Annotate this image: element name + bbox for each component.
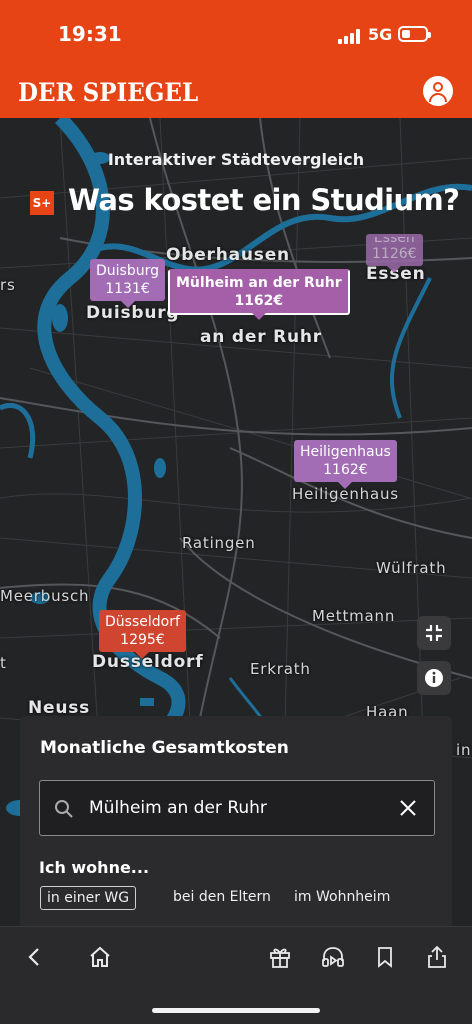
marker-duesseldorf[interactable]: Düsseldorf 1295€: [99, 610, 186, 659]
place-label-muelheim: an der Ruhr: [200, 327, 322, 347]
share-icon[interactable]: [424, 944, 450, 970]
search-value: Mülheim an der Ruhr: [89, 798, 267, 818]
marker-heiligenhaus[interactable]: Heiligenhaus 1162€: [294, 440, 397, 489]
marker-cost: 1131€: [105, 281, 150, 297]
place-label-wuelfrath: Wülfrath: [376, 559, 447, 577]
back-icon[interactable]: [22, 944, 48, 970]
place-label-edge-t: t: [0, 654, 7, 672]
gift-icon[interactable]: [267, 944, 293, 970]
search-icon: [55, 800, 73, 818]
marker-muelheim-selected[interactable]: Mülheim an der Ruhr 1162€: [168, 269, 350, 320]
marker-city: Mülheim an der Ruhr: [176, 275, 342, 291]
place-label-edge-right: in: [456, 741, 472, 759]
home-icon[interactable]: [87, 944, 113, 970]
living-label: Ich wohne...: [39, 858, 150, 877]
marker-cost: 1162€: [323, 462, 368, 478]
place-label-oberhausen: Oberhausen: [166, 245, 290, 265]
cost-panel: Monatliche Gesamtkosten Mülheim an der R…: [20, 716, 452, 928]
city-search-input[interactable]: Mülheim an der Ruhr: [39, 780, 435, 836]
clear-icon[interactable]: [396, 796, 420, 820]
network-type: 5G: [368, 25, 393, 44]
collapse-icon[interactable]: [417, 616, 451, 650]
article-kicker: Interaktiver Städtevergleich: [107, 150, 365, 169]
spiegel-logo[interactable]: DER SPIEGEL: [18, 78, 198, 107]
spiegel-plus-badge: S+: [30, 191, 54, 215]
battery-icon: [398, 26, 431, 42]
bookmark-icon[interactable]: [372, 944, 398, 970]
marker-cost: 1162€: [234, 293, 284, 309]
marker-cost: 1295€: [120, 632, 165, 648]
marker-city: Düsseldorf: [105, 614, 180, 630]
marker-city: Heiligenhaus: [300, 444, 391, 460]
option-eltern[interactable]: bei den Eltern: [173, 886, 271, 908]
info-icon[interactable]: [417, 661, 451, 695]
article-title: Was kostet ein Studium?: [68, 183, 460, 217]
marker-city: Duisburg: [96, 263, 159, 279]
status-time: 19:31: [58, 22, 122, 46]
place-label-ratingen: Ratingen: [182, 534, 256, 552]
user-circle-icon[interactable]: [423, 76, 453, 106]
panel-title: Monatliche Gesamtkosten: [40, 738, 289, 758]
status-bar: 19:31 5G: [0, 0, 472, 70]
place-label-meerbusch: Meerbusch: [0, 587, 90, 605]
audio-icon[interactable]: [320, 944, 346, 970]
marker-essen[interactable]: Essen 1126€: [366, 234, 423, 273]
signal-icon: [338, 28, 360, 44]
marker-city: Essen: [373, 237, 415, 245]
place-label-neuss: Neuss: [28, 698, 91, 718]
app-header: DER SPIEGEL: [0, 70, 472, 118]
place-label-mettmann: Mettmann: [312, 607, 396, 625]
marker-cost: 1126€: [372, 246, 417, 262]
place-label-edge-left: rs: [0, 276, 16, 294]
place-label-erkrath: Erkrath: [250, 660, 311, 678]
marker-duisburg[interactable]: Duisburg 1131€: [90, 259, 165, 308]
option-wg[interactable]: in einer WG: [40, 886, 137, 910]
option-wohnheim[interactable]: im Wohnheim: [294, 886, 390, 908]
home-indicator: [152, 1008, 320, 1013]
